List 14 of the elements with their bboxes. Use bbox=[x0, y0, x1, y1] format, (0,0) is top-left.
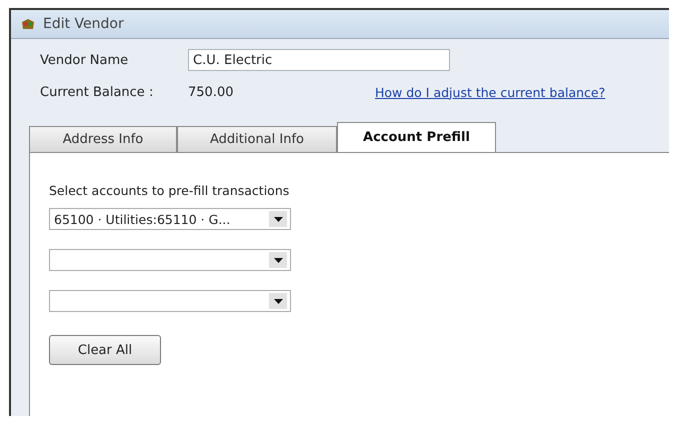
field-label: Current Balance : bbox=[40, 84, 154, 100]
account-dropdown[interactable]: 65100 · Utilities:65110 · G... bbox=[49, 208, 291, 230]
field-label: Vendor Name bbox=[40, 52, 130, 68]
balance-value: 750.00 bbox=[188, 84, 234, 100]
tab[interactable]: Account Prefill bbox=[337, 122, 496, 152]
vendor-name-field[interactable]: C.U. Electric bbox=[188, 49, 450, 71]
instruction-text: Select accounts to pre-fill transactions bbox=[49, 183, 290, 198]
tab[interactable]: Address Info bbox=[29, 126, 177, 152]
account-value: 65100 · Utilities:65110 · G... bbox=[54, 212, 230, 226]
app-icon bbox=[21, 18, 35, 30]
window-title: Edit Vendor bbox=[43, 16, 124, 32]
tab[interactable]: Additional Info bbox=[177, 126, 337, 152]
help-link[interactable]: How do I adjust the current balance? bbox=[375, 84, 606, 100]
clear-all-button[interactable]: Clear All bbox=[49, 335, 161, 365]
